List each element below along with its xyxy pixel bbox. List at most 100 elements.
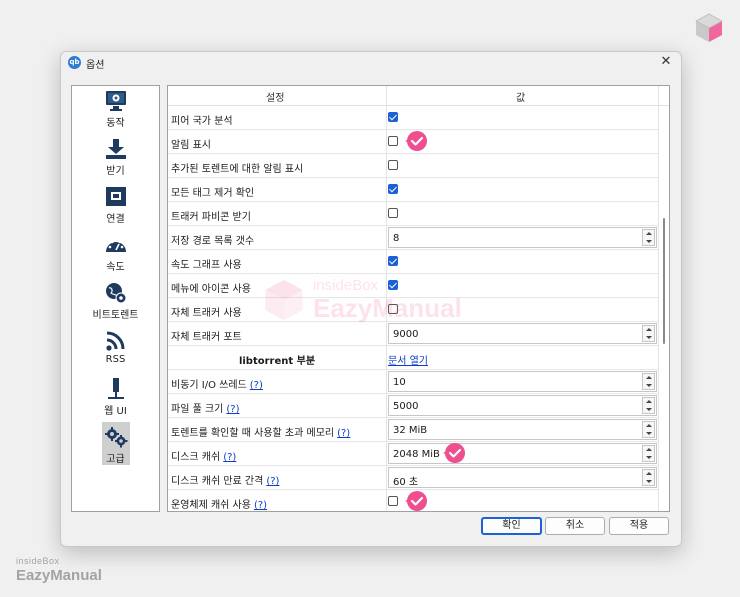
table-row[interactable]: 비동기 I/O 쓰레드 (?) 10 — [168, 370, 658, 394]
cancel-button[interactable]: 취소 — [545, 517, 605, 535]
decrement-arrow-icon[interactable] — [646, 240, 652, 243]
setting-value: 10 — [388, 370, 658, 393]
setting-spinbox[interactable]: 9000 — [388, 323, 657, 344]
increment-arrow-icon[interactable] — [646, 376, 652, 379]
increment-arrow-icon[interactable] — [646, 328, 652, 331]
help-link[interactable]: (?) — [226, 404, 239, 415]
sidebar-item-bittorrent[interactable]: 비트토렌트 — [72, 282, 159, 328]
table-row[interactable]: 추가된 토렌트에 대한 알림 표시 — [168, 154, 658, 178]
apply-button[interactable]: 적용 — [609, 517, 669, 535]
setting-spinbox[interactable]: 32 MiB — [388, 419, 657, 440]
spinbox-value[interactable]: 5000 — [393, 401, 418, 412]
globe-gear-icon — [106, 283, 127, 304]
spinbox-arrows[interactable] — [642, 445, 655, 462]
setting-checkbox[interactable] — [388, 160, 398, 170]
table-row[interactable]: 디스크 캐쉬 (?) 2048 MiB — [168, 442, 658, 466]
spinbox-arrows[interactable] — [642, 469, 655, 486]
open-docs-link[interactable]: 문서 열기 — [388, 352, 428, 367]
table-row[interactable]: 피어 국가 분석 — [168, 106, 658, 130]
spinbox-value[interactable]: 9000 — [393, 329, 418, 340]
increment-arrow-icon[interactable] — [646, 232, 652, 235]
table-row[interactable]: 토렌트를 확인할 때 사용할 초과 메모리 (?) 32 MiB — [168, 418, 658, 442]
table-row[interactable]: 자체 트래커 사용 — [168, 298, 658, 322]
spinbox-arrows[interactable] — [642, 421, 655, 438]
decrement-arrow-icon[interactable] — [646, 336, 652, 339]
setting-spinbox[interactable]: 2048 MiB — [388, 443, 657, 464]
close-button[interactable]: ✕ — [659, 54, 673, 70]
download-icon — [106, 139, 126, 159]
setting-checkbox[interactable] — [388, 184, 398, 194]
spinbox-value[interactable]: 60 초 — [393, 473, 418, 488]
header-setting[interactable]: 설정 — [266, 89, 284, 104]
setting-checkbox[interactable] — [388, 208, 398, 218]
header-value[interactable]: 값 — [516, 89, 525, 104]
ok-button[interactable]: 확인 — [481, 517, 542, 535]
setting-name: 피어 국가 분석 — [171, 112, 233, 127]
spinbox-arrows[interactable] — [642, 325, 655, 342]
table-row[interactable]: 운영체제 캐쉬 사용 (?) — [168, 490, 658, 511]
help-link[interactable]: (?) — [254, 500, 267, 511]
sidebar-item-rss[interactable]: RSS — [72, 330, 159, 376]
setting-name: 자체 트래커 사용 — [171, 304, 242, 319]
watermark-line-bottom: EazyManual — [16, 567, 102, 584]
decrement-arrow-icon[interactable] — [646, 384, 652, 387]
setting-spinbox[interactable]: 10 — [388, 371, 657, 392]
setting-checkbox[interactable] — [388, 112, 398, 122]
decrement-arrow-icon[interactable] — [646, 408, 652, 411]
spinbox-arrows[interactable] — [642, 373, 655, 390]
increment-arrow-icon[interactable] — [646, 424, 652, 427]
setting-checkbox[interactable] — [388, 256, 398, 266]
help-link[interactable]: (?) — [223, 452, 236, 463]
setting-label: libtorrent 부분 — [238, 356, 316, 367]
scrollbar-thumb[interactable] — [663, 218, 665, 344]
table-row[interactable]: 메뉴에 아이콘 사용 — [168, 274, 658, 298]
setting-checkbox[interactable] — [388, 280, 398, 290]
help-link[interactable]: (?) — [250, 380, 263, 391]
setting-spinbox[interactable]: 5000 — [388, 395, 657, 416]
setting-checkbox[interactable] — [388, 136, 398, 146]
setting-value: 8 — [388, 226, 658, 249]
setting-label: 토렌트를 확인할 때 사용할 초과 메모리 — [171, 428, 335, 439]
setting-checkbox[interactable] — [388, 496, 398, 506]
highlight-checkmark-icon — [405, 131, 427, 151]
setting-spinbox[interactable]: 8 — [388, 227, 657, 248]
setting-checkbox[interactable] — [388, 304, 398, 314]
sidebar-item-speed[interactable]: 속도 — [72, 234, 159, 280]
setting-name: 알림 표시 — [171, 136, 211, 151]
decrement-arrow-icon[interactable] — [646, 432, 652, 435]
vertical-scrollbar[interactable] — [659, 106, 669, 511]
setting-label: 파일 풀 크기 — [171, 404, 224, 415]
sidebar-item-webui[interactable]: 웹 UI — [72, 378, 159, 424]
table-row[interactable]: 트래커 파비콘 받기 — [168, 202, 658, 226]
sidebar-item-behavior[interactable]: 동작 — [72, 90, 159, 136]
category-sidebar: 동작 받기 연결 속도 비트토렌트 RSS 웹 UI 고급 — [71, 85, 160, 512]
help-link[interactable]: (?) — [266, 476, 279, 487]
monitor-gear-icon — [106, 91, 126, 111]
table-row[interactable]: 속도 그래프 사용 — [168, 250, 658, 274]
table-row[interactable]: libtorrent 부분 문서 열기 — [168, 346, 658, 370]
spinbox-arrows[interactable] — [642, 229, 655, 246]
setting-label: 추가된 토렌트에 대한 알림 표시 — [171, 164, 304, 175]
table-row[interactable]: 자체 트래커 포트 9000 — [168, 322, 658, 346]
help-link[interactable]: (?) — [337, 428, 350, 439]
table-row[interactable]: 디스크 캐쉬 만료 간격 (?) 60 초 — [168, 466, 658, 490]
sidebar-item-connection[interactable]: 연결 — [72, 186, 159, 232]
table-row[interactable]: 모든 태그 제거 확인 — [168, 178, 658, 202]
decrement-arrow-icon[interactable] — [646, 456, 652, 459]
decrement-arrow-icon[interactable] — [646, 480, 652, 483]
spinbox-value[interactable]: 8 — [393, 233, 399, 244]
sidebar-item-downloads[interactable]: 받기 — [72, 138, 159, 184]
spinbox-arrows[interactable] — [642, 397, 655, 414]
gears-icon — [105, 427, 128, 448]
increment-arrow-icon[interactable] — [646, 400, 652, 403]
sidebar-item-advanced[interactable]: 고급 — [72, 422, 159, 472]
spinbox-value[interactable]: 32 MiB — [393, 425, 427, 436]
spinbox-value[interactable]: 10 — [393, 377, 406, 388]
spinbox-value[interactable]: 2048 MiB — [393, 449, 440, 460]
table-row[interactable]: 파일 풀 크기 (?) 5000 — [168, 394, 658, 418]
table-row[interactable]: 저장 경로 목록 갯수 8 — [168, 226, 658, 250]
increment-arrow-icon[interactable] — [646, 448, 652, 451]
setting-spinbox[interactable]: 60 초 — [388, 467, 657, 488]
table-row[interactable]: 알림 표시 — [168, 130, 658, 154]
increment-arrow-icon[interactable] — [646, 472, 652, 475]
